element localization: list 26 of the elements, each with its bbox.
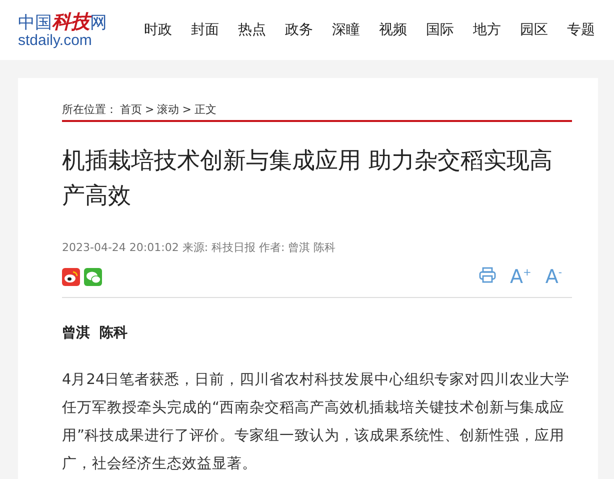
weibo-share-button[interactable] <box>62 268 80 286</box>
nav-link[interactable]: 视频 <box>379 21 426 39</box>
nav-link[interactable]: 封面 <box>191 21 238 39</box>
article-meta: 2023-04-24 20:01:02 来源: 科技日报 作者: 曾淇 陈科 <box>62 240 337 255</box>
printer-icon <box>479 267 496 283</box>
chat-bubbles-icon <box>86 270 100 284</box>
breadcrumb-link[interactable]: 正文 <box>194 102 216 116</box>
nav-link[interactable]: 专题 <box>567 21 614 39</box>
logo-domain[interactable]: stdaily.com <box>18 32 116 48</box>
nav-link[interactable]: 政务 <box>285 21 332 39</box>
breadcrumb-separator: > <box>145 102 154 116</box>
breadcrumb-label: 所在位置： <box>62 102 117 116</box>
article-paragraph: 4月24日笔者获悉，日前，四川省农村科技发展中心组织专家对四川农业大学任万军教授牵头完成的“西南杂交稻高产高效机插栽培关键技术创新与集成应用”科技成果进行了评价。专家组一致认为，该成果系统性、创新性强，应用广，社会经济生态效益显著。 <box>62 370 571 474</box>
breadcrumb-link[interactable]: 滚动 <box>157 102 180 116</box>
breadcrumb-link[interactable]: 首页 <box>120 102 142 116</box>
eye-icon <box>64 271 78 283</box>
nav-link[interactable]: 热点 <box>238 21 285 39</box>
nav-link[interactable]: 深瞳 <box>332 21 379 39</box>
article-author: 曾淇 陈科 <box>62 324 129 342</box>
nav-link[interactable]: 国际 <box>426 21 473 39</box>
nav-link[interactable]: 时政 <box>144 21 191 39</box>
nav-link[interactable]: 地方 <box>473 21 520 39</box>
article-title: 机插栽培技术创新与集成应用 助力杂交稻实现高产高效 <box>62 147 554 211</box>
logo-wordmark[interactable]: 中国科技网 <box>18 12 116 32</box>
breadcrumb-separator: > <box>182 102 192 116</box>
nav-link[interactable]: 园区 <box>520 21 567 39</box>
